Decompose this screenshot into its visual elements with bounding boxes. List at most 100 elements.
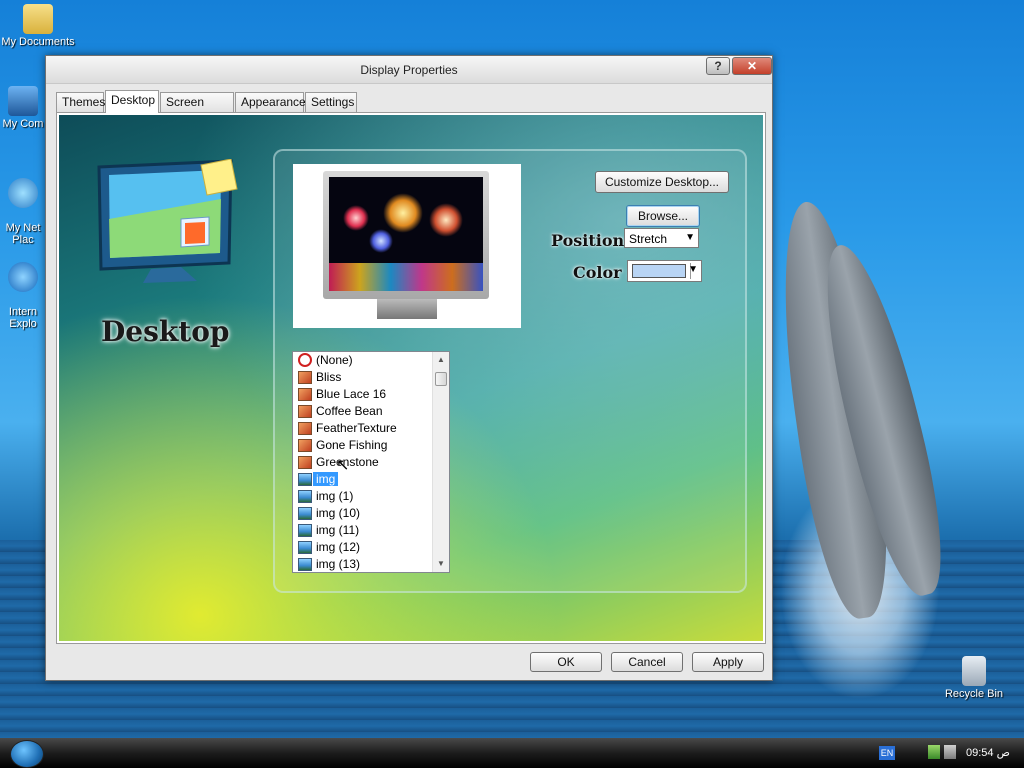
picture-icon xyxy=(298,541,312,554)
firework xyxy=(383,193,423,233)
desktop-icon-label: My Net Plac xyxy=(5,222,41,246)
desktop-icon-network-places[interactable]: My Net Plac xyxy=(0,166,46,258)
color-label: Color : xyxy=(573,263,634,282)
chevron-down-icon: ▼ xyxy=(688,264,698,275)
recycle-bin-icon xyxy=(962,656,986,686)
internet-explorer-icon xyxy=(8,262,38,292)
preview-screen-image xyxy=(329,177,483,291)
start-button[interactable] xyxy=(10,740,44,768)
picture-icon xyxy=(298,473,312,486)
mouse-pointer-icon: ↖ xyxy=(336,457,350,474)
background-list-item-label: img (11) xyxy=(316,523,360,537)
background-list-item-label: FeatherTexture xyxy=(316,421,397,435)
position-value: Stretch xyxy=(629,232,668,246)
color-picker[interactable]: ▼ xyxy=(627,260,702,282)
none-icon xyxy=(298,353,312,367)
background-list-item[interactable]: Coffee Bean xyxy=(293,403,449,420)
browse-button[interactable]: Browse... xyxy=(626,205,700,227)
background-list-item-label: img (12) xyxy=(316,540,361,554)
background-list-item[interactable]: img (10) xyxy=(293,505,449,522)
desktop-icon-label: Intern Explo xyxy=(8,306,38,330)
preview-monitor xyxy=(323,171,489,299)
preview-monitor-stand xyxy=(377,299,437,319)
image-icon xyxy=(298,371,312,384)
background-list-item[interactable]: Greenstone xyxy=(293,454,449,471)
background-list-item-label: (None) xyxy=(316,353,353,367)
background-list-item-label: img xyxy=(313,472,339,486)
volume-tray-icon[interactable] xyxy=(944,745,956,759)
scroll-down-arrow-icon[interactable]: ▼ xyxy=(433,556,449,572)
firework xyxy=(369,229,393,253)
customize-desktop-button[interactable]: Customize Desktop... xyxy=(595,171,729,193)
image-icon xyxy=(298,405,312,418)
list-scrollbar[interactable]: ▲ ▼ xyxy=(432,352,449,572)
background-list-item-label: Gone Fishing xyxy=(316,438,388,452)
background-list-item[interactable]: img (11) xyxy=(293,522,449,539)
chevron-down-icon: ▼ xyxy=(685,232,695,243)
taskbar xyxy=(0,738,1024,768)
background-list-item[interactable]: img (1) xyxy=(293,488,449,505)
language-indicator[interactable]: EN xyxy=(879,746,895,760)
firework xyxy=(429,203,463,237)
tab-desktop[interactable]: Desktop xyxy=(105,90,159,113)
background-list-item-label: Bliss xyxy=(316,370,342,384)
background-list[interactable]: (None) Bliss Blue Lace 16 Coffee Bean Feathe… xyxy=(292,351,450,573)
background-list-item[interactable]: Bliss xyxy=(293,369,449,386)
display-properties-window: Display Properties ? ✕ Themes Desktop Sc… xyxy=(45,55,773,681)
background-list-item[interactable]: img (13) xyxy=(293,556,449,572)
background-preview xyxy=(293,164,521,328)
background-list-item[interactable]: img xyxy=(293,471,449,488)
tab-screen-saver[interactable]: Screen Saver xyxy=(160,92,234,127)
desktop-icon-internet-explorer[interactable]: Intern Explo xyxy=(0,250,46,342)
network-icon xyxy=(8,178,38,208)
desktop-tab-panel: Desktop Customize Desktop... Browse... P… xyxy=(56,112,766,644)
ok-button[interactable]: OK xyxy=(530,652,602,672)
system-clock[interactable]: 09:54 ص xyxy=(966,746,1010,759)
background-list-item-label: Blue Lace 16 xyxy=(316,387,387,401)
tab-settings[interactable]: Settings xyxy=(305,92,357,112)
picture-icon xyxy=(298,558,312,571)
window-title: Display Properties xyxy=(360,63,458,77)
background-list-item[interactable]: FeatherTexture xyxy=(293,420,449,437)
scroll-thumb[interactable] xyxy=(435,372,447,386)
tab-appearance[interactable]: Appearance xyxy=(235,92,306,112)
desktop-heading: Desktop xyxy=(101,315,230,348)
image-icon xyxy=(298,388,312,401)
desktop-icon-label: My Com xyxy=(2,118,44,130)
background-list-item-label: img (13) xyxy=(316,557,361,571)
apply-button[interactable]: Apply xyxy=(692,652,764,672)
color-swatch xyxy=(632,264,686,278)
background-list-item[interactable]: img (12) xyxy=(293,539,449,556)
position-dropdown[interactable]: Stretch ▼ xyxy=(624,228,699,248)
background-list-item[interactable]: Gone Fishing xyxy=(293,437,449,454)
window-titlebar[interactable]: Display Properties ? ✕ xyxy=(46,56,772,84)
picture-icon xyxy=(298,507,312,520)
scroll-up-arrow-icon[interactable]: ▲ xyxy=(433,352,449,368)
panel-background-art: Desktop Customize Desktop... Browse... P… xyxy=(59,115,763,641)
position-label: Position : xyxy=(551,231,636,250)
background-list-item-label: img (1) xyxy=(316,489,354,503)
background-list-item[interactable]: (None) xyxy=(293,352,449,369)
background-list-item-label: img (10) xyxy=(316,506,361,520)
help-button[interactable]: ? xyxy=(706,57,730,75)
cancel-button[interactable]: Cancel xyxy=(611,652,683,672)
desktop-monitor-icon xyxy=(97,159,238,283)
desktop-icon-recycle-bin[interactable]: Recycle Bin xyxy=(936,656,1012,700)
tab-themes[interactable]: Themes xyxy=(56,92,105,112)
folder-icon xyxy=(23,4,53,34)
picture-icon xyxy=(298,490,312,503)
network-tray-icon[interactable] xyxy=(928,745,940,759)
desktop-icon-label: Recycle Bin xyxy=(944,688,1004,700)
image-icon xyxy=(298,439,312,452)
image-icon xyxy=(298,422,312,435)
close-button[interactable]: ✕ xyxy=(732,57,772,75)
desktop-icon-my-documents[interactable]: My Documents xyxy=(0,4,76,48)
image-icon xyxy=(298,456,312,469)
city-skyline xyxy=(329,263,483,291)
background-list-item[interactable]: Blue Lace 16 xyxy=(293,386,449,403)
desktop-icon-my-computer[interactable]: My Com xyxy=(0,86,46,130)
background-list-item-label: Coffee Bean xyxy=(316,404,383,418)
picture-icon xyxy=(298,524,312,537)
desktop-icon-label: My Documents xyxy=(1,36,75,48)
firework xyxy=(343,205,369,231)
